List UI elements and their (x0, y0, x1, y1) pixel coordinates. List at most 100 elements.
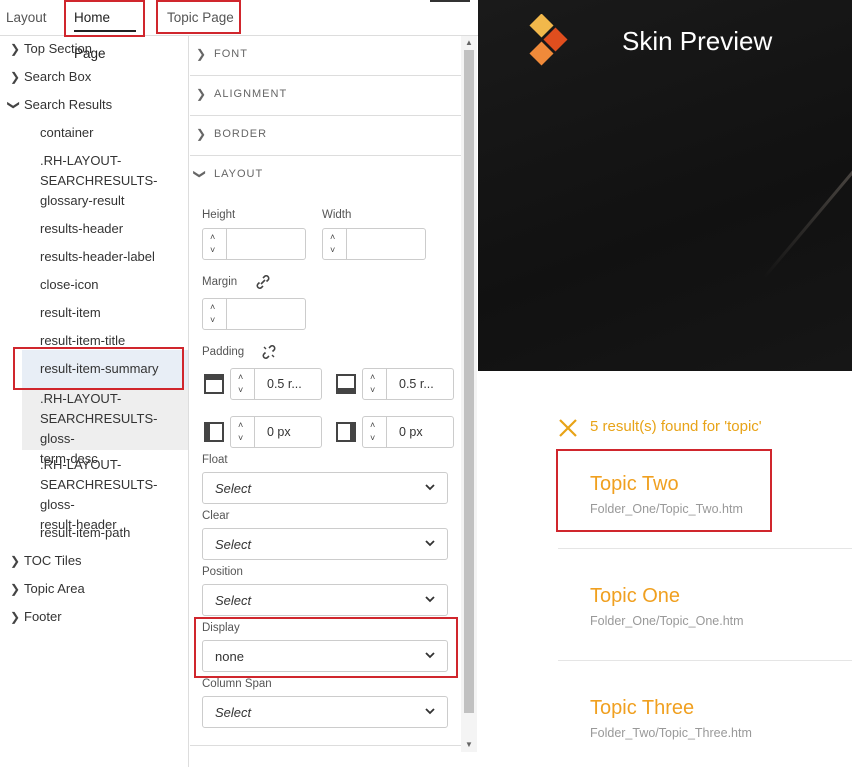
chevron-down-icon[interactable]: ˅ (210, 315, 215, 325)
chevron-up-icon[interactable]: ˄ (210, 302, 215, 312)
padding-top-stepper[interactable]: ˄ ˅ 0.5 r... (230, 368, 322, 400)
padding-right-stepper[interactable]: ˄ ˅ 0 px (362, 416, 454, 448)
tree-leaf-close-icon[interactable]: close-icon (22, 275, 188, 295)
chevron-down-icon[interactable]: ˅ (370, 433, 375, 443)
padding-left-value: 0 px (267, 425, 291, 439)
chevron-down-icon[interactable]: ˅ (238, 385, 243, 395)
width-label: Width (322, 209, 352, 221)
accordion-border[interactable]: ❯ BORDER (190, 116, 461, 156)
chevron-down-icon[interactable]: ˅ (370, 385, 375, 395)
margin-stepper[interactable]: ˄ ˅ (202, 298, 306, 330)
properties-panel: ❯ FONT ❯ ALIGNMENT ❯ BORDER ❯ LAYOUT Hei… (190, 36, 461, 752)
accordion-title: LAYOUT (214, 168, 264, 180)
chevron-right-icon: ❯ (196, 47, 207, 61)
chevron-up-icon[interactable]: ˄ (238, 372, 243, 382)
chevron-up-icon[interactable]: ˄ (370, 372, 375, 382)
result-item[interactable]: Topic Two Folder_One/Topic_Two.htm (558, 437, 852, 549)
display-label: Display (202, 622, 240, 634)
display-select[interactable]: none (202, 640, 448, 672)
tree-section-label: Search Box (24, 69, 92, 84)
chevron-down-icon[interactable]: ˅ (238, 433, 243, 443)
tree-leaf-container[interactable]: container (22, 123, 188, 143)
clear-label: Clear (202, 510, 230, 522)
properties-scrollbar[interactable]: ▲ ▼ (461, 36, 477, 752)
stepper-arrows: ˄ ˅ (363, 369, 387, 399)
tree-leaf-results-header[interactable]: results-header (22, 219, 188, 239)
padding-label: Padding (202, 346, 245, 358)
chevron-down-icon (425, 652, 435, 659)
tree-leaf-result-item-title[interactable]: result-item-title (22, 331, 188, 351)
position-label: Position (202, 566, 243, 578)
tree-leaf-result-item-path[interactable]: result-item-path (22, 523, 188, 543)
result-item[interactable]: Topic Three Folder_Two/Topic_Three.htm (558, 661, 852, 767)
float-select[interactable]: Select (202, 472, 448, 504)
tree-leaf-gloss-term-desc[interactable]: .RH-LAYOUT- SEARCHRESULTS-gloss- term-de… (22, 388, 188, 466)
tab-layout[interactable]: Layout (6, 0, 47, 36)
float-label: Float (202, 454, 228, 466)
tab-home-page[interactable]: Home Page (66, 0, 144, 61)
tree-leaf-result-item[interactable]: result-item (22, 303, 188, 323)
accordion-layout[interactable]: ❯ LAYOUT (190, 156, 461, 196)
scroll-down-icon[interactable]: ▼ (465, 740, 473, 749)
unlink-icon[interactable] (260, 343, 278, 361)
scrollbar-thumb[interactable] (464, 50, 474, 713)
padding-right-icon (336, 422, 356, 442)
result-item[interactable]: Topic One Folder_One/Topic_One.htm (558, 549, 852, 661)
padding-bottom-icon (336, 374, 356, 394)
position-select[interactable]: Select (202, 584, 448, 616)
results-header-label: 5 result(s) found for 'topic' (590, 418, 762, 435)
stepper-arrows: ˄ ˅ (203, 299, 227, 329)
tree-leaf-results-header-label[interactable]: results-header-label (22, 247, 188, 267)
preview-title: Skin Preview (622, 26, 773, 56)
tree-leaf-result-item-summary[interactable]: result-item-summary (22, 350, 188, 388)
padding-bottom-value: 0.5 r... (399, 377, 434, 391)
accordion-alignment[interactable]: ❯ ALIGNMENT (190, 76, 461, 116)
chevron-down-icon (425, 708, 435, 715)
active-tab-underline (74, 30, 136, 32)
clear-select-value: Select (215, 537, 252, 552)
accordion-title: ALIGNMENT (214, 88, 288, 100)
chevron-right-icon: ❯ (10, 70, 21, 84)
chevron-up-icon[interactable]: ˄ (370, 420, 375, 430)
padding-top-value: 0.5 r... (267, 377, 302, 391)
link-icon[interactable] (254, 273, 272, 291)
result-item-title[interactable]: Topic Three (590, 697, 694, 720)
result-item-path: Folder_One/Topic_Two.htm (590, 502, 743, 516)
stepper-arrows: ˄ ˅ (323, 229, 347, 259)
search-results-preview: 5 result(s) found for 'topic' Topic Two … (478, 371, 852, 767)
chevron-up-icon[interactable]: ˄ (210, 232, 215, 242)
column-span-select[interactable]: Select (202, 696, 448, 728)
accordion-font[interactable]: ❯ FONT (190, 36, 461, 76)
height-stepper[interactable]: ˄ ˅ (202, 228, 306, 260)
clear-select[interactable]: Select (202, 528, 448, 560)
width-stepper[interactable]: ˄ ˅ (322, 228, 426, 260)
result-item-title[interactable]: Topic Two (590, 473, 679, 496)
display-select-value: none (215, 649, 244, 664)
accordion-title: BORDER (214, 128, 268, 140)
stepper-arrows: ˄ ˅ (363, 417, 387, 447)
chevron-down-icon: ❯ (193, 168, 208, 180)
scroll-up-icon[interactable]: ▲ (465, 38, 473, 47)
chevron-down-icon (425, 596, 435, 603)
padding-bottom-stepper[interactable]: ˄ ˅ 0.5 r... (362, 368, 454, 400)
padding-left-stepper[interactable]: ˄ ˅ 0 px (230, 416, 322, 448)
chevron-down-icon[interactable]: ˅ (210, 245, 215, 255)
divider (190, 745, 461, 746)
skin-preview-header: Skin Preview (478, 0, 852, 371)
tree-leaf-glossary-result[interactable]: .RH-LAYOUT- SEARCHRESULTS- glossary-resu… (22, 151, 188, 211)
chevron-right-icon: ❯ (10, 554, 21, 568)
padding-left-icon (204, 422, 224, 442)
stepper-arrows: ˄ ˅ (231, 417, 255, 447)
chevron-down-icon: ❯ (7, 99, 22, 111)
padding-right-value: 0 px (399, 425, 423, 439)
stepper-arrows: ˄ ˅ (231, 369, 255, 399)
logo-icon (529, 14, 568, 66)
padding-top-icon (204, 374, 224, 394)
close-icon[interactable] (558, 418, 578, 438)
chevron-up-icon[interactable]: ˄ (330, 232, 335, 242)
tree-section-label: Topic Area (24, 581, 85, 596)
tab-topic-page[interactable]: Topic Page (167, 0, 234, 36)
chevron-up-icon[interactable]: ˄ (238, 420, 243, 430)
result-item-title[interactable]: Topic One (590, 585, 680, 608)
chevron-down-icon[interactable]: ˅ (330, 245, 335, 255)
